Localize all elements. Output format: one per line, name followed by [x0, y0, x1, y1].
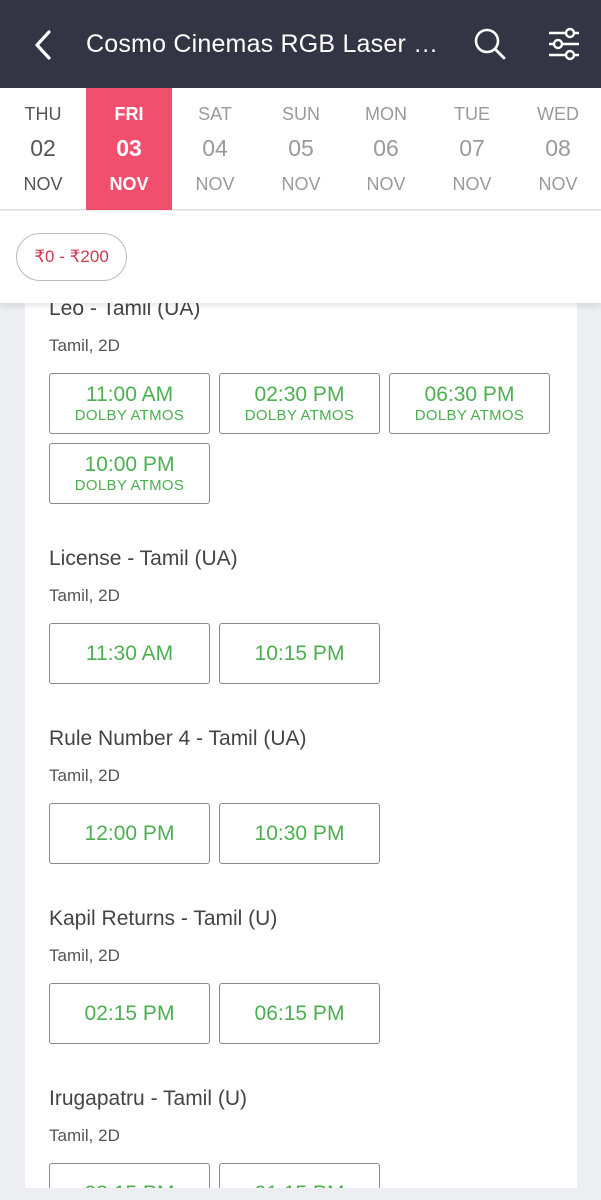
app-header: Cosmo Cinemas RGB Laser Dolby Atmos: [0, 0, 601, 88]
showtime-time: 02:30 PM: [254, 383, 345, 406]
movie-title[interactable]: License - Tamil (UA): [49, 545, 238, 573]
date-mon: NOV: [366, 174, 406, 194]
movie-language-format: Tamil, 2D: [49, 336, 120, 355]
showtime-format: DOLBY ATMOS: [414, 407, 525, 424]
date-dow: TUE: [454, 104, 490, 124]
date-dow: WED: [537, 104, 579, 124]
showtime-time: 02:15 PM: [84, 1001, 175, 1025]
date-day: 04: [202, 135, 228, 161]
date-day: 08: [545, 135, 571, 161]
search-icon[interactable]: [472, 26, 508, 62]
date-tab-tue[interactable]: TUE 07 NOV: [429, 88, 515, 210]
date-tab-mon[interactable]: MON 06 NOV: [343, 88, 429, 210]
movie-language-format: Tamil, 2D: [49, 586, 120, 605]
showtime-button[interactable]: 10:30 PM: [219, 803, 380, 864]
date-mon: NOV: [281, 174, 321, 194]
date-dow: THU: [24, 104, 62, 124]
date-day: 03: [116, 135, 142, 161]
page-title: Cosmo Cinemas RGB Laser Dolby Atmos: [86, 30, 456, 58]
date-tab-wed[interactable]: WED 08 NOV: [515, 88, 601, 210]
date-tab-thu[interactable]: THU 02 NOV: [0, 88, 86, 210]
date-tab-sun[interactable]: SUN 05 NOV: [258, 88, 344, 210]
showtime-button[interactable]: 02:15 PM: [49, 983, 210, 1044]
showtime-time: 06:15 PM: [254, 1001, 345, 1025]
price-filter-chip[interactable]: ₹0 - ₹200: [16, 233, 127, 281]
date-dow: FRI: [114, 104, 144, 124]
showtime-time: 11:00 AM: [85, 383, 174, 406]
date-day: 05: [288, 135, 314, 161]
date-dow: SAT: [198, 104, 232, 124]
sliders-icon[interactable]: [546, 26, 582, 62]
date-tab-fri[interactable]: FRI 03 NOV: [86, 88, 172, 210]
date-dow: MON: [365, 104, 407, 124]
movie-title[interactable]: Rule Number 4 - Tamil (UA): [49, 725, 307, 753]
movie-title[interactable]: Kapil Returns - Tamil (U): [49, 905, 277, 933]
movie-language-format: Tamil, 2D: [49, 946, 120, 965]
date-day: 07: [459, 135, 485, 161]
filter-bar: ₹0 - ₹200: [0, 211, 601, 303]
showtime-button[interactable]: 11:30 AM: [49, 623, 210, 684]
date-mon: NOV: [23, 174, 63, 194]
showtime-button[interactable]: 03:15 PM: [49, 1163, 210, 1188]
movie-language-format: Tamil, 2D: [49, 766, 120, 785]
showtime-button[interactable]: 06:15 PM: [219, 983, 380, 1044]
movie-title[interactable]: Leo - Tamil (UA): [49, 303, 200, 323]
showtime-time: 12:00 PM: [84, 821, 175, 845]
date-day: 02: [30, 135, 56, 161]
bottom-edge: [0, 1188, 601, 1200]
date-dow: SUN: [281, 104, 320, 124]
showtime-button[interactable]: 02:30 PM DOLBY ATMOS: [219, 373, 380, 434]
showtime-time: 06:30 PM: [424, 383, 515, 406]
showtime-button[interactable]: 12:00 PM: [49, 803, 210, 864]
movie-title[interactable]: Irugapatru - Tamil (U): [49, 1085, 247, 1113]
showtime-button[interactable]: 10:15 PM: [219, 623, 380, 684]
showtime-button[interactable]: 10:00 PM DOLBY ATMOS: [49, 443, 210, 504]
showtime-format: DOLBY ATMOS: [74, 477, 185, 494]
back-arrow-icon[interactable]: [28, 28, 58, 62]
date-mon: NOV: [538, 174, 578, 194]
date-mon: NOV: [452, 174, 492, 194]
showtimes-list[interactable]: Leo - Tamil (UA) Tamil, 2D 11:00 AM DOLBY A…: [25, 303, 577, 1188]
showtime-time: 11:30 AM: [85, 641, 174, 665]
showtime-time: 10:00 PM: [84, 453, 175, 476]
movie-language-format: Tamil, 2D: [49, 1126, 120, 1145]
showtime-button[interactable]: 01:15 PM: [219, 1163, 380, 1188]
showtime-time: 10:30 PM: [254, 821, 345, 845]
showtime-time: 10:15 PM: [254, 641, 345, 665]
date-mon: NOV: [195, 174, 235, 194]
date-tab-sat[interactable]: SAT 04 NOV: [172, 88, 258, 210]
showtime-button[interactable]: 06:30 PM DOLBY ATMOS: [389, 373, 550, 434]
showtime-button[interactable]: 11:00 AM DOLBY ATMOS: [49, 373, 210, 434]
date-selector: THU 02 NOV FRI 03 NOV SAT 04 NOV SUN 05 NOV MON 06 NOV…: [0, 88, 601, 210]
showtime-format: DOLBY ATMOS: [244, 407, 355, 424]
date-day: 06: [373, 135, 399, 161]
date-mon: NOV: [109, 174, 149, 194]
showtime-format: DOLBY ATMOS: [74, 407, 185, 424]
